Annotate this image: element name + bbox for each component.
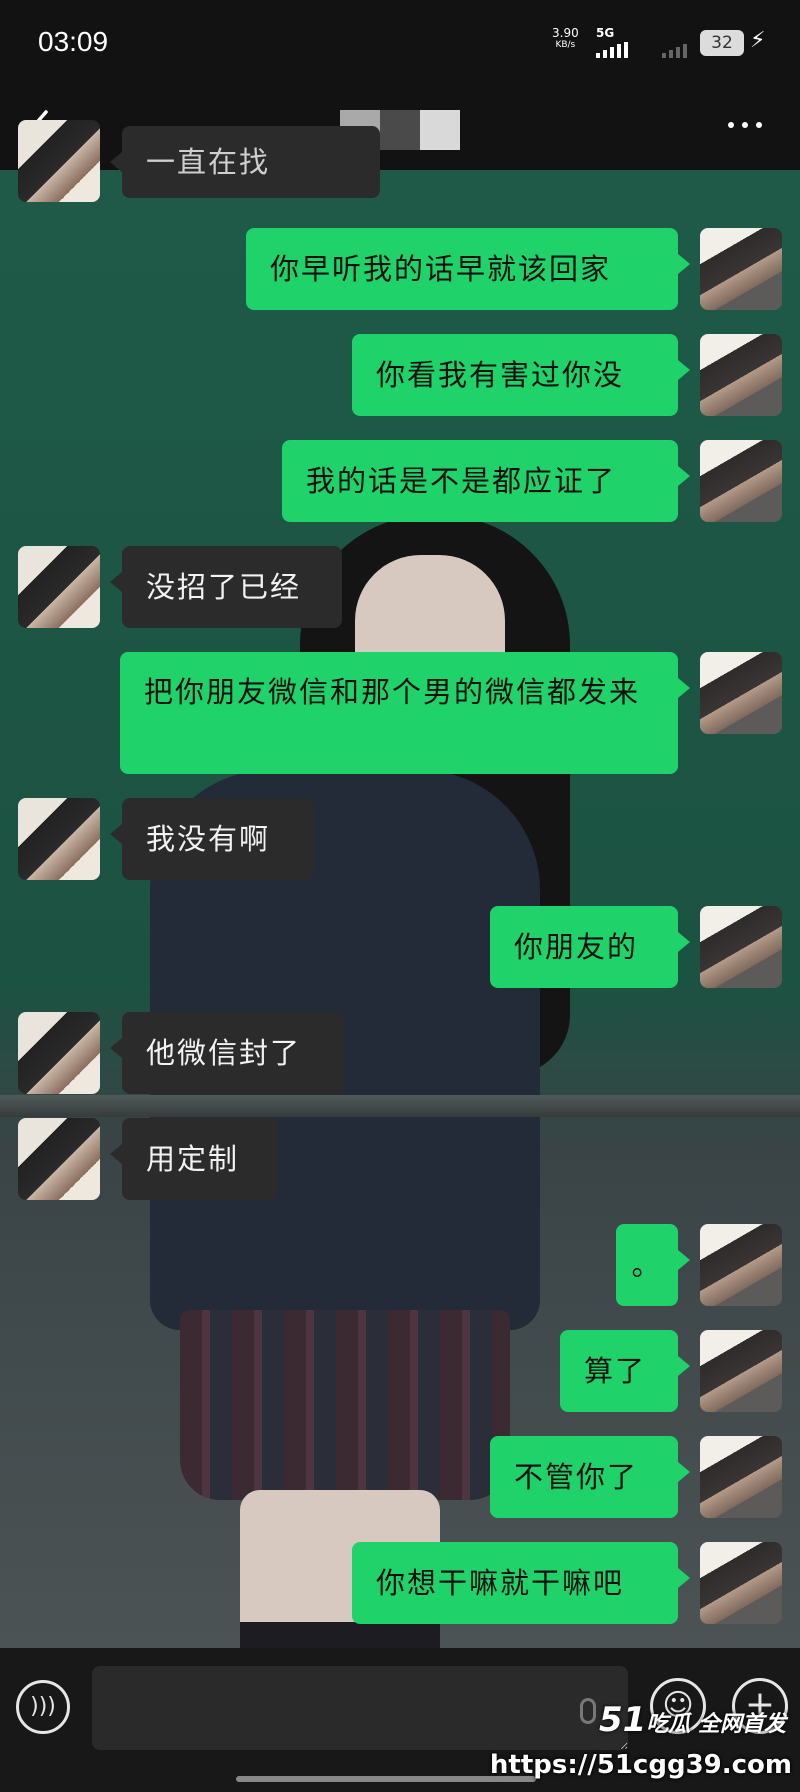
my-avatar[interactable]	[700, 228, 782, 310]
contact-avatar[interactable]	[18, 120, 100, 202]
secondary-signal-icon	[662, 42, 687, 58]
message-bubble-sent[interactable]: 把你朋友微信和那个男的微信都发来	[120, 652, 690, 774]
contact-avatar[interactable]	[18, 546, 100, 628]
my-avatar[interactable]	[700, 906, 782, 988]
contact-avatar[interactable]	[18, 798, 100, 880]
my-avatar[interactable]	[700, 1224, 782, 1306]
my-avatar[interactable]	[700, 1436, 782, 1518]
message-bubble-sent[interactable]: 你想干嘛就干嘛吧	[352, 1542, 690, 1624]
voice-icon[interactable]: )))	[16, 1680, 70, 1734]
message-bubble-sent[interactable]: 我的话是不是都应证了	[282, 440, 690, 522]
watermark-brand-number: 51	[599, 1700, 647, 1740]
contact-avatar[interactable]	[18, 1012, 100, 1094]
network-speed: 3.90 KB/s	[552, 26, 579, 50]
wallpaper-figure-skirt	[180, 1310, 510, 1500]
watermark: 51吃瓜 全网首发 https://51cgg39.com	[490, 1700, 800, 1792]
my-avatar[interactable]	[700, 1330, 782, 1412]
my-avatar[interactable]	[700, 1542, 782, 1624]
contact-avatar[interactable]	[18, 1118, 100, 1200]
wallpaper-board-rail	[0, 1095, 800, 1117]
message-bubble-received[interactable]: 一直在找	[110, 126, 380, 198]
message-bubble-sent[interactable]: 你朋友的	[490, 906, 690, 988]
message-bubble-sent[interactable]: 算了	[560, 1330, 690, 1412]
message-bubble-received[interactable]: 他微信封了	[110, 1012, 344, 1094]
status-bar: 03:09 3.90 KB/s 5G 32 ⚡	[0, 0, 800, 88]
my-avatar[interactable]	[700, 440, 782, 522]
more-dots-icon[interactable]	[728, 122, 762, 128]
network-speed-value: 3.90	[552, 26, 579, 40]
my-avatar[interactable]	[700, 652, 782, 734]
charging-icon: ⚡	[750, 28, 766, 53]
my-avatar[interactable]	[700, 334, 782, 416]
network-speed-unit: KB/s	[555, 40, 576, 50]
message-bubble-received[interactable]: 没招了已经	[110, 546, 342, 628]
status-time: 03:09	[38, 26, 109, 57]
watermark-url: https://51cgg39.com	[489, 1750, 792, 1780]
battery-icon: 32	[700, 30, 744, 56]
message-bubble-received[interactable]: 用定制	[110, 1118, 278, 1200]
message-bubble-received[interactable]: 我没有啊	[110, 798, 314, 880]
message-bubble-sent[interactable]: 。	[616, 1224, 690, 1306]
message-bubble-sent[interactable]: 你看我有害过你没	[352, 334, 690, 416]
message-bubble-sent[interactable]: 你早听我的话早就该回家	[246, 228, 690, 310]
watermark-brand-text: 吃瓜 全网首发	[646, 1712, 786, 1737]
network-type: 5G	[596, 26, 615, 40]
watermark-brand: 51吃瓜 全网首发	[599, 1700, 786, 1740]
message-bubble-sent[interactable]: 不管你了	[490, 1436, 690, 1518]
signal-strength-icon	[596, 42, 628, 58]
